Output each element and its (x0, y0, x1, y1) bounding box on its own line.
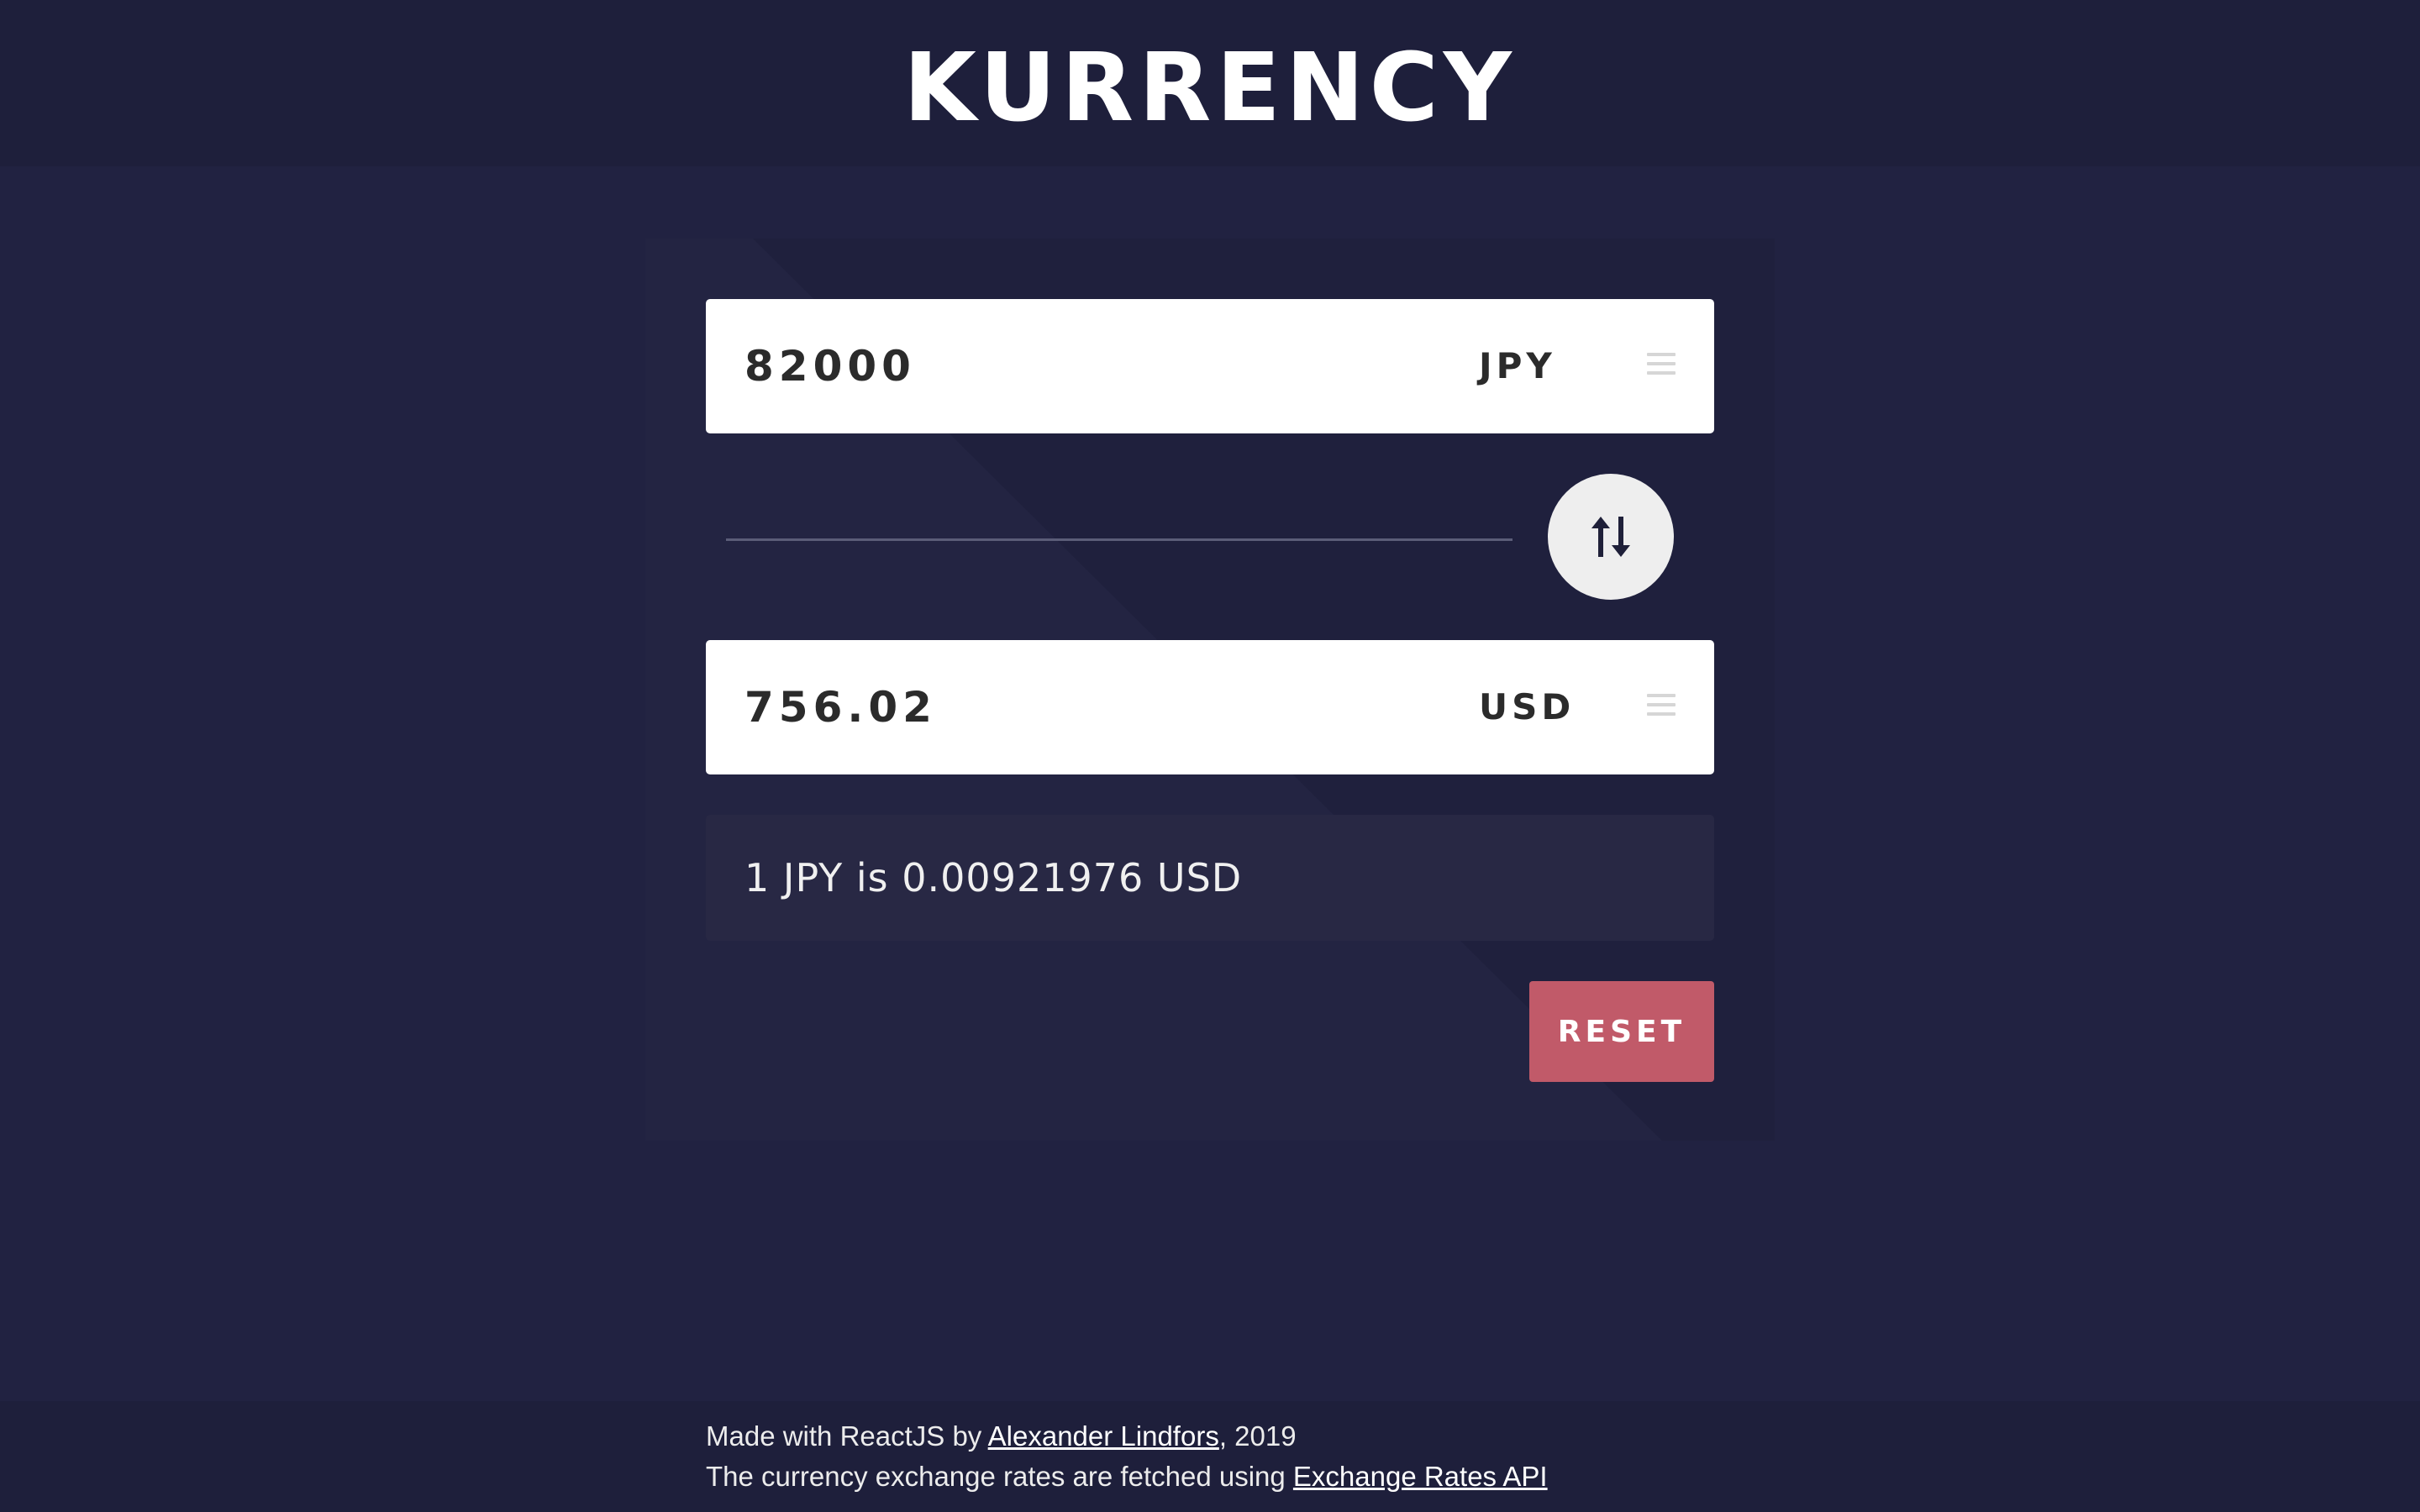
to-currency-row: USD (706, 640, 1714, 774)
footer-credit-suffix: , 2019 (1218, 1420, 1297, 1452)
to-currency-select[interactable]: USD (1479, 640, 1605, 774)
from-currency-row: JPY (706, 299, 1714, 433)
footer-credit-prefix: Made with ReactJS by (706, 1420, 988, 1452)
exchange-rate-text: 1 JPY is 0.00921976 USD (744, 855, 1243, 900)
footer: Made with ReactJS by Alexander Lindfors,… (706, 1416, 1548, 1497)
swap-vertical-icon (1591, 517, 1630, 557)
to-currency-menu-icon[interactable] (1647, 694, 1676, 721)
app-title: KURRENCY (903, 34, 1517, 143)
divider-line (726, 538, 1512, 541)
from-currency-select[interactable]: JPY (1479, 299, 1605, 433)
converter-panel: JPY USD 1 JPY is 0.00921976 USD RESET (645, 239, 1775, 1141)
footer-credit-line: Made with ReactJS by Alexander Lindfors,… (706, 1416, 1548, 1457)
from-amount-input[interactable] (744, 299, 1383, 433)
from-currency-menu-icon[interactable] (1647, 353, 1676, 380)
reset-button[interactable]: RESET (1529, 981, 1714, 1082)
exchange-rate-box: 1 JPY is 0.00921976 USD (706, 815, 1714, 941)
author-link[interactable]: Alexander Lindfors (988, 1420, 1219, 1452)
swap-currencies-button[interactable] (1548, 474, 1674, 600)
footer-api-line: The currency exchange rates are fetched … (706, 1457, 1548, 1497)
exchange-rates-api-link[interactable]: Exchange Rates API (1293, 1461, 1548, 1492)
footer-api-prefix: The currency exchange rates are fetched … (706, 1461, 1293, 1492)
to-amount-input[interactable] (744, 640, 1383, 774)
